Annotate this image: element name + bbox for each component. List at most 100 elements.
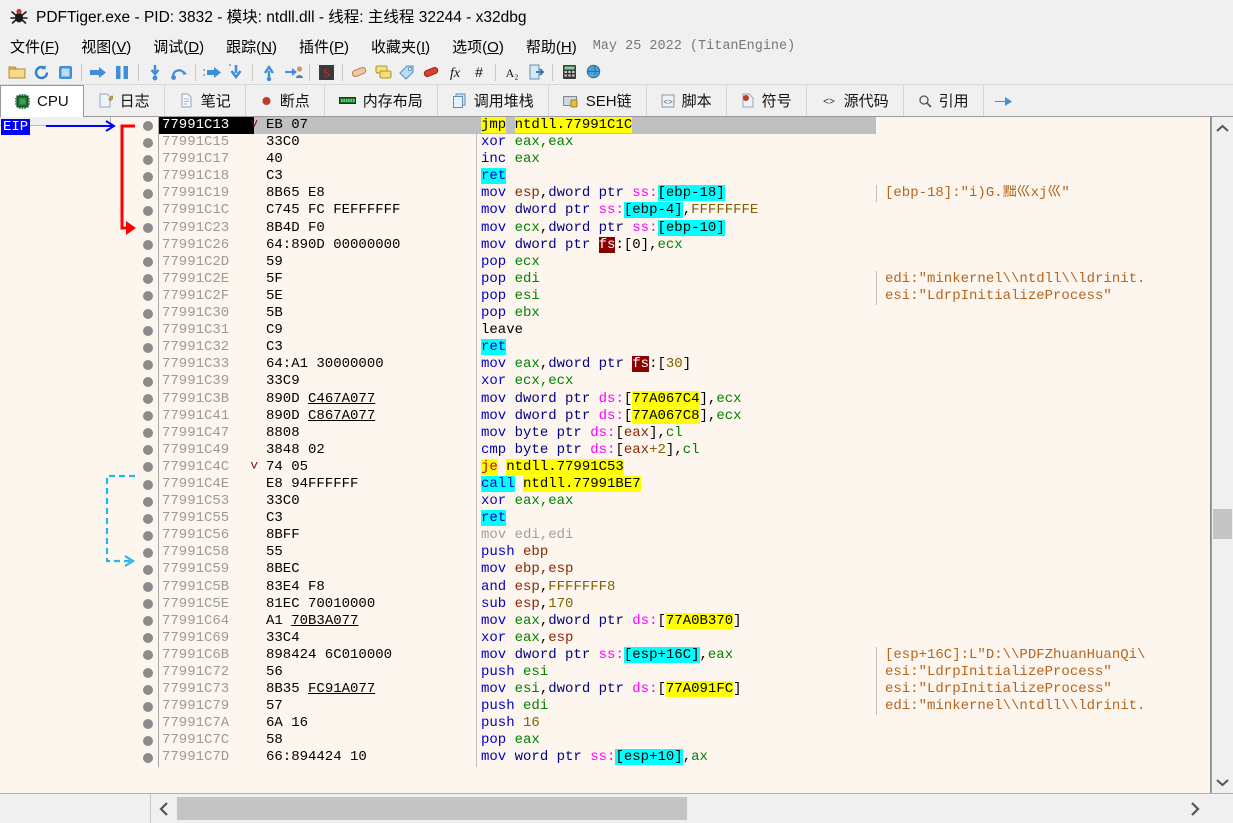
breakpoint-dot-icon[interactable] — [142, 240, 153, 251]
scroll-right-button[interactable] — [1182, 794, 1208, 823]
scroll-track[interactable] — [177, 794, 1182, 823]
breakpoint-dot-icon[interactable] — [142, 137, 153, 148]
tab-log[interactable]: 日志 — [84, 85, 165, 116]
tab-symbols[interactable]: 符号 — [727, 85, 807, 116]
tab-cpu[interactable]: CPU — [0, 85, 84, 117]
breakpoint-gutter[interactable] — [137, 428, 158, 439]
menu-trace[interactable]: 跟踪(N) — [226, 36, 277, 57]
table-row[interactable]: 77991C58 55 push ebp — [0, 544, 1210, 562]
breakpoint-dot-icon[interactable] — [142, 359, 153, 370]
breakpoint-gutter[interactable] — [137, 394, 158, 405]
breakpoint-dot-icon[interactable] — [142, 445, 153, 456]
breakpoint-dot-icon[interactable] — [142, 650, 153, 661]
patch-icon[interactable] — [347, 61, 371, 83]
breakpoint-dot-icon[interactable] — [142, 411, 153, 422]
table-row[interactable]: 77991C1C C745 FC FEFFFFFF mov dword ptr … — [0, 202, 1210, 220]
stop-icon[interactable] — [53, 61, 77, 83]
breakpoint-dot-icon[interactable] — [142, 394, 153, 405]
table-row[interactable]: 77991C33 64:A1 30000000 mov eax,dword pt… — [0, 356, 1210, 374]
table-row[interactable]: 77991C32 C3 ret — [0, 339, 1210, 357]
table-row[interactable]: 77991C23 8B4D F0 mov ecx,dword ptr ss:[e… — [0, 219, 1210, 237]
tab-breakpoints[interactable]: 断点 — [246, 85, 325, 116]
pause-icon[interactable] — [110, 61, 134, 83]
breakpoint-dot-icon[interactable] — [142, 479, 153, 490]
breakpoint-gutter[interactable] — [137, 496, 158, 507]
breakpoint-gutter[interactable] — [137, 223, 158, 234]
table-row[interactable]: 77991C79 57 push edi edi:"minkernel\\ntd… — [0, 698, 1210, 716]
breakpoint-dot-icon[interactable] — [142, 616, 153, 627]
breakpoint-gutter[interactable] — [137, 257, 158, 268]
function-icon[interactable]: fx — [443, 61, 467, 83]
breakpoint-gutter[interactable] — [137, 616, 158, 627]
breakpoint-gutter[interactable] — [137, 650, 158, 661]
breakpoint-dot-icon[interactable] — [142, 188, 153, 199]
breakpoint-gutter[interactable] — [137, 667, 158, 678]
scylla-icon[interactable]: S — [314, 61, 338, 83]
breakpoint-gutter[interactable] — [137, 188, 158, 199]
table-row[interactable]: 77991C3B 890D C467A077 mov dword ptr ds:… — [0, 390, 1210, 408]
breakpoint-gutter[interactable] — [137, 274, 158, 285]
menu-options[interactable]: 选项(O) — [452, 36, 504, 57]
breakpoint-gutter[interactable] — [137, 753, 158, 764]
table-row[interactable]: 77991C30 5B pop ebx — [0, 305, 1210, 323]
breakpoint-gutter[interactable] — [137, 547, 158, 558]
table-row[interactable]: 77991C7A 6A 16 push 16 — [0, 715, 1210, 733]
breakpoint-dot-icon[interactable] — [142, 513, 153, 524]
breakpoint-dot-icon[interactable] — [142, 120, 153, 131]
menu-view[interactable]: 视图(V) — [81, 36, 131, 57]
tab-script[interactable]: <> 脚本 — [647, 85, 727, 116]
table-row[interactable]: 77991C73 8B35 FC91A077 mov esi,dword ptr… — [0, 681, 1210, 699]
table-row[interactable]: 77991C19 8B65 E8 mov esp,dword ptr ss:[e… — [0, 185, 1210, 203]
table-row[interactable]: 77991C55 C3 ret — [0, 510, 1210, 528]
table-row[interactable]: 77991C18 C3 ret — [0, 168, 1210, 186]
table-row[interactable]: 77991C2F 5E pop esi esi:"LdrpInitializeP… — [0, 287, 1210, 306]
run-to-user-code-icon[interactable] — [281, 61, 305, 83]
table-row[interactable]: 77991C2D 59 pop ecx — [0, 253, 1210, 271]
menu-help[interactable]: 帮助(H) — [526, 36, 577, 57]
breakpoint-dot-icon[interactable] — [142, 735, 153, 746]
step-over-icon[interactable] — [167, 61, 191, 83]
breakpoint-gutter[interactable] — [137, 171, 158, 182]
table-row[interactable]: 77991C69 33C4 xor eax,esp — [0, 629, 1210, 647]
breakpoint-dot-icon[interactable] — [142, 582, 153, 593]
table-row[interactable]: 77991C5B 83E4 F8 and esp,FFFFFFF8 — [0, 578, 1210, 596]
disassembly-panel[interactable]: EIP 77991C13 ˅EB 07 jmp ntdll.77991C1C — [0, 117, 1211, 793]
table-row[interactable]: 77991C13 ˅ EB 07 jmp ntdll.77991C1C — [0, 117, 1210, 135]
step-into-icon[interactable] — [143, 61, 167, 83]
menu-plugins[interactable]: 插件(P) — [299, 36, 349, 57]
table-row[interactable]: 77991C49 3848 02 cmp byte ptr ds:[eax+2]… — [0, 441, 1210, 459]
calculator-icon[interactable] — [557, 61, 581, 83]
breakpoint-dot-icon[interactable] — [142, 154, 153, 165]
breakpoint-dot-icon[interactable] — [142, 718, 153, 729]
breakpoint-dot-icon[interactable] — [142, 325, 153, 336]
disassembly-horizontal-scrollbar[interactable] — [0, 793, 1233, 823]
breakpoint-gutter[interactable] — [137, 462, 158, 473]
breakpoint-gutter[interactable] — [137, 599, 158, 610]
breakpoint-gutter[interactable] — [137, 564, 158, 575]
table-row[interactable]: 77991C7D 66:894424 10 mov word ptr ss:[e… — [0, 749, 1210, 767]
table-row[interactable]: 77991C53 33C0 xor eax,eax — [0, 493, 1210, 511]
breakpoint-dot-icon[interactable] — [142, 274, 153, 285]
breakpoint-gutter[interactable] — [137, 479, 158, 490]
export-icon[interactable] — [524, 61, 548, 83]
scroll-thumb[interactable] — [177, 797, 687, 820]
breakpoint-dot-icon[interactable] — [142, 291, 153, 302]
breakpoint-gutter[interactable] — [137, 325, 158, 336]
tab-call-stack[interactable]: 调用堆栈 — [438, 85, 549, 116]
breakpoint-dot-icon[interactable] — [142, 547, 153, 558]
breakpoint-dot-icon[interactable] — [142, 667, 153, 678]
table-row[interactable]: 77991C41 890D C867A077 mov dword ptr ds:… — [0, 407, 1210, 425]
bookmark-icon[interactable] — [419, 61, 443, 83]
tab-source-code[interactable]: <> 源代码 — [807, 85, 904, 116]
globe-icon[interactable] — [581, 61, 605, 83]
breakpoint-dot-icon[interactable] — [142, 753, 153, 764]
scroll-down-button[interactable] — [1212, 771, 1233, 793]
breakpoint-dot-icon[interactable] — [142, 223, 153, 234]
breakpoint-dot-icon[interactable] — [142, 530, 153, 541]
menu-debug[interactable]: 调试(D) — [153, 36, 204, 57]
breakpoint-gutter[interactable] — [137, 359, 158, 370]
breakpoint-dot-icon[interactable] — [142, 633, 153, 644]
breakpoint-gutter[interactable] — [137, 206, 158, 217]
breakpoint-gutter[interactable] — [137, 445, 158, 456]
table-row[interactable]: 77991C4E E8 94FFFFFF call ntdll.77991BE7 — [0, 475, 1210, 494]
